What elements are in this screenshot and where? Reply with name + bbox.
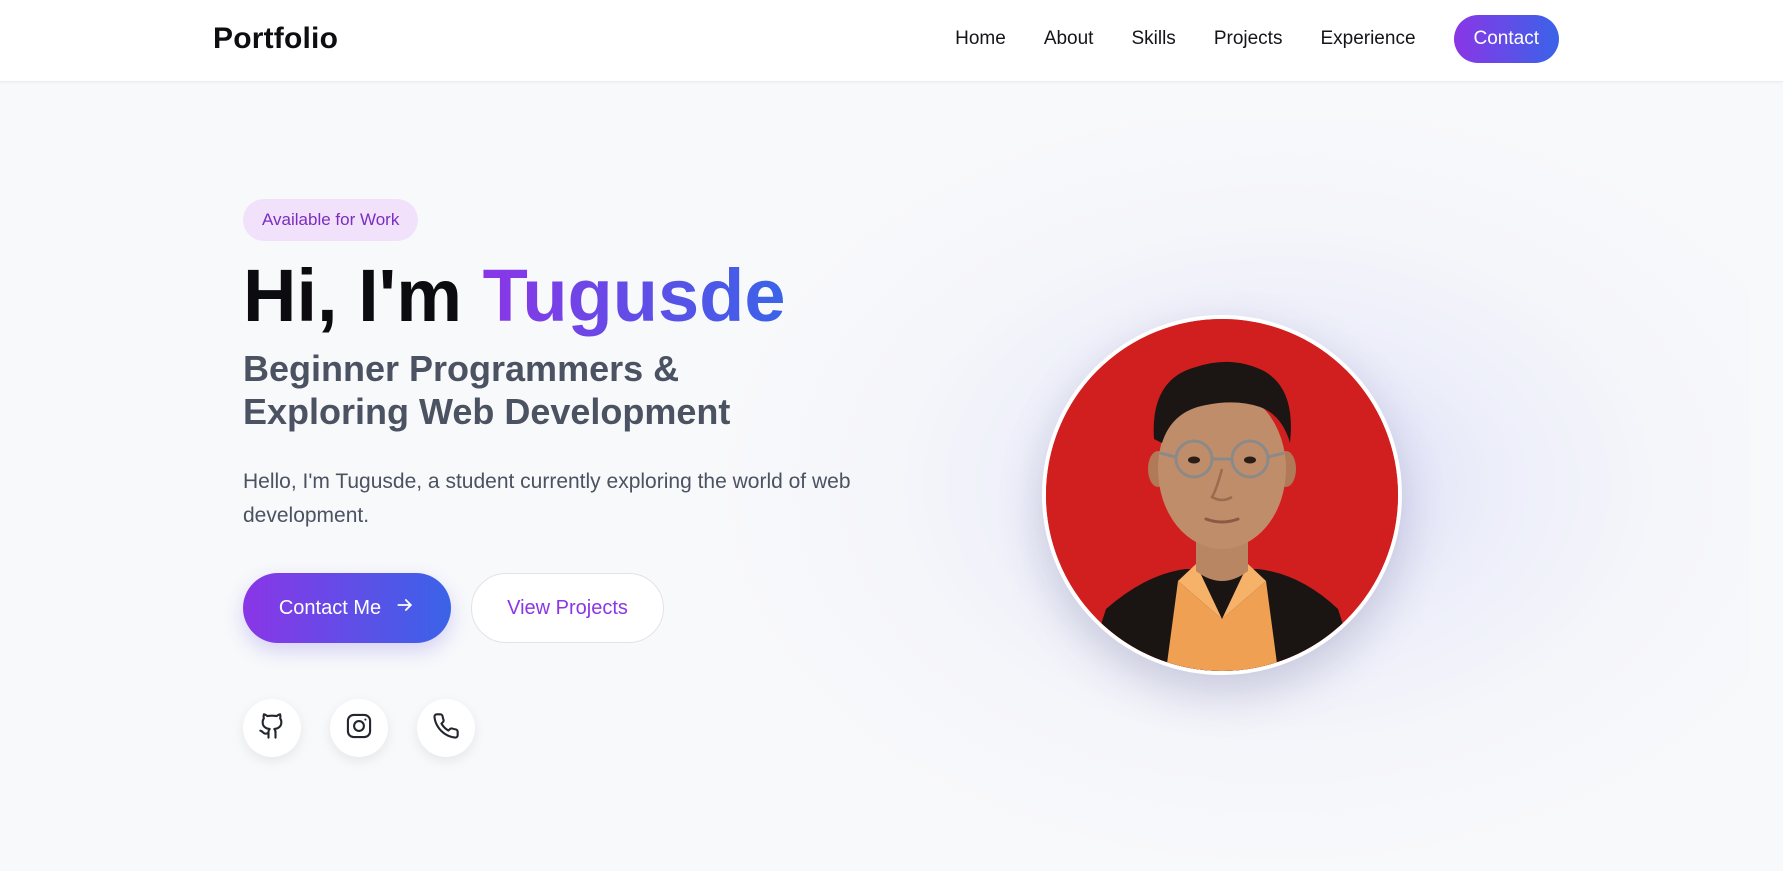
hero-section: Available for Work Hi, I'm Tugusde Begin… <box>243 199 863 758</box>
profile-photo <box>1042 315 1402 675</box>
phone-link[interactable] <box>417 699 475 758</box>
page: Portfolio Home About Skills Projects Exp… <box>0 0 1783 871</box>
nav-item-home[interactable]: Home <box>955 28 1006 50</box>
hero-intro: Hello, I'm Tugusde, a student currently … <box>243 470 851 528</box>
github-icon <box>258 712 286 745</box>
github-link[interactable] <box>243 699 301 758</box>
social-links <box>243 699 863 758</box>
nav-links: Home About Skills Projects Experience Co… <box>955 15 1559 63</box>
hero-headline: Hi, I'm Tugusde <box>243 258 863 333</box>
site-logo[interactable]: Portfolio <box>213 22 338 56</box>
contact-me-label: Contact Me <box>278 596 382 619</box>
availability-badge: Available for Work <box>243 199 419 241</box>
headline-greeting: Hi, I'm <box>243 254 483 337</box>
arrow-right-icon <box>395 595 415 621</box>
hero-actions: Contact Me View Projects <box>243 573 863 644</box>
nav-contact-button[interactable]: Contact <box>1453 15 1559 63</box>
headline-name: Tugusde <box>482 254 786 337</box>
instagram-icon <box>345 712 373 745</box>
phone-icon <box>432 712 460 745</box>
nav-item-projects[interactable]: Projects <box>1214 28 1283 50</box>
profile-portrait-illustration <box>1046 319 1398 671</box>
contact-me-button[interactable]: Contact Me <box>243 573 451 644</box>
nav-item-skills[interactable]: Skills <box>1131 28 1175 50</box>
top-navbar: Portfolio Home About Skills Projects Exp… <box>0 0 1783 82</box>
hero-subtitle: Beginner Programmers & Exploring Web Dev… <box>243 348 731 433</box>
view-projects-button[interactable]: View Projects <box>471 573 664 644</box>
nav-item-experience[interactable]: Experience <box>1320 28 1415 50</box>
instagram-link[interactable] <box>330 699 388 758</box>
nav-item-about[interactable]: About <box>1044 28 1094 50</box>
